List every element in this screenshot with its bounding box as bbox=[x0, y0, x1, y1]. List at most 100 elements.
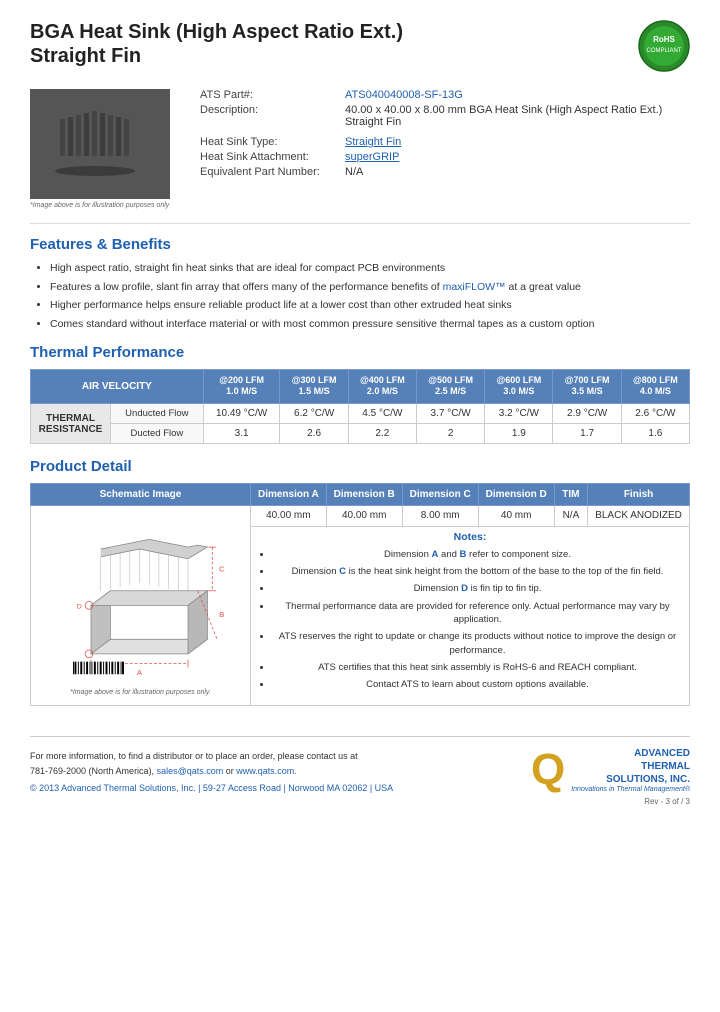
schematic-inner: A B C bbox=[37, 510, 244, 701]
product-detail-section: Product Detail Schematic Image Dimension… bbox=[30, 458, 690, 706]
page-number: Rev - 3 of / 3 bbox=[30, 797, 690, 806]
ats-q-letter: Q bbox=[531, 748, 565, 792]
product-specs: ATS Part#: ATS040040008-SF-13G Descripti… bbox=[190, 89, 690, 209]
page-footer: For more information, to find a distribu… bbox=[30, 736, 690, 793]
part-label: ATS Part#: bbox=[200, 89, 345, 101]
unducted-800: 2.6 °C/W bbox=[621, 404, 689, 424]
col-800lfm: @800 LFM4.0 M/S bbox=[621, 369, 689, 403]
ducted-800: 1.6 bbox=[621, 424, 689, 444]
unducted-label: Unducted Flow bbox=[111, 404, 204, 424]
col-schematic: Schematic Image bbox=[31, 484, 251, 506]
note-6: ATS certifies that this heat sink assemb… bbox=[272, 661, 683, 674]
product-info-section: *Image above is for illustration purpose… bbox=[30, 89, 690, 209]
tim-value: N/A bbox=[554, 506, 587, 527]
col-400lfm: @400 LFM2.0 M/S bbox=[348, 369, 416, 403]
ats-logo: Q ADVANCEDTHERMALSOLUTIONS, INC. Innovat… bbox=[531, 747, 690, 793]
product-detail-heading: Product Detail bbox=[30, 458, 690, 475]
features-list: High aspect ratio, straight fin heat sin… bbox=[30, 261, 690, 332]
notes-heading: Notes: bbox=[257, 531, 683, 543]
features-heading: Features & Benefits bbox=[30, 236, 690, 253]
ducted-500: 2 bbox=[416, 424, 484, 444]
unducted-200: 10.49 °C/W bbox=[203, 404, 280, 424]
unducted-500: 3.7 °C/W bbox=[416, 404, 484, 424]
finish-value: BLACK ANODIZED bbox=[588, 506, 690, 527]
col-dim-c: Dimension C bbox=[402, 484, 478, 506]
svg-text:COMPLIANT: COMPLIANT bbox=[646, 48, 681, 54]
air-velocity-header: AIR VELOCITY bbox=[31, 369, 204, 403]
unducted-400: 4.5 °C/W bbox=[348, 404, 416, 424]
detail-row-1: A B C bbox=[31, 506, 690, 527]
divider-1 bbox=[30, 223, 690, 224]
ducted-label: Ducted Flow bbox=[111, 424, 204, 444]
note-1: Dimension A and B refer to component siz… bbox=[272, 548, 683, 561]
col-dim-a: Dimension A bbox=[251, 484, 327, 506]
col-dim-b: Dimension B bbox=[326, 484, 402, 506]
ducted-700: 1.7 bbox=[553, 424, 621, 444]
footer-website[interactable]: www.qats.com. bbox=[236, 766, 297, 776]
desc-label: Description: bbox=[200, 104, 345, 128]
contact-phone: 781-769-2000 (North America), bbox=[30, 766, 154, 776]
notes-list: Dimension A and B refer to component siz… bbox=[257, 548, 683, 692]
note-3-d: D bbox=[461, 583, 468, 594]
schematic-caption: *Image above is for illustration purpose… bbox=[42, 689, 239, 696]
unducted-700: 2.9 °C/W bbox=[553, 404, 621, 424]
product-image-block: *Image above is for illustration purpose… bbox=[30, 89, 190, 209]
equiv-value: N/A bbox=[345, 166, 363, 178]
feature-item-3: Higher performance helps ensure reliable… bbox=[50, 298, 690, 313]
col-finish: Finish bbox=[588, 484, 690, 506]
dim-b-value: 40.00 mm bbox=[326, 506, 402, 527]
svg-text:D: D bbox=[77, 603, 82, 610]
col-300lfm: @300 LFM1.5 M/S bbox=[280, 369, 348, 403]
feature-item-1: High aspect ratio, straight fin heat sin… bbox=[50, 261, 690, 276]
spec-row-type: Heat Sink Type: Straight Fin bbox=[200, 136, 690, 148]
dim-c-value: 8.00 mm bbox=[402, 506, 478, 527]
spec-row-equiv: Equivalent Part Number: N/A bbox=[200, 166, 690, 178]
rohs-badge: RoHS COMPLIANT bbox=[638, 20, 690, 75]
table-row-ducted: Ducted Flow 3.1 2.6 2.2 2 1.9 1.7 1.6 bbox=[31, 424, 690, 444]
unducted-600: 3.2 °C/W bbox=[485, 404, 553, 424]
spec-row-attach: Heat Sink Attachment: superGRIP bbox=[200, 151, 690, 163]
footer-email[interactable]: sales@qats.com bbox=[157, 766, 224, 776]
col-600lfm: @600 LFM3.0 M/S bbox=[485, 369, 553, 403]
note-1-b: B bbox=[460, 549, 467, 560]
type-label: Heat Sink Type: bbox=[200, 136, 345, 148]
desc-value: 40.00 x 40.00 x 8.00 mm BGA Heat Sink (H… bbox=[345, 104, 690, 128]
page-title: BGA Heat Sink (High Aspect Ratio Ext.) S… bbox=[30, 20, 403, 68]
contact-line1: For more information, to find a distribu… bbox=[30, 751, 358, 761]
note-2-c: C bbox=[339, 566, 346, 577]
product-detail-table: Schematic Image Dimension A Dimension B … bbox=[30, 483, 690, 706]
product-image bbox=[30, 89, 170, 199]
notes-cell: Notes: Dimension A and B refer to compon… bbox=[251, 526, 690, 705]
ats-name: ADVANCEDTHERMALSOLUTIONS, INC. bbox=[571, 747, 690, 786]
feature-item-2: Features a low profile, slant fin array … bbox=[50, 280, 690, 295]
maxiflow-link: maxiFLOW™ bbox=[443, 281, 506, 293]
spec-row-part: ATS Part#: ATS040040008-SF-13G bbox=[200, 89, 690, 101]
schematic-image: A B C bbox=[42, 515, 237, 685]
page-header: BGA Heat Sink (High Aspect Ratio Ext.) S… bbox=[30, 20, 690, 75]
footer-contact: For more information, to find a distribu… bbox=[30, 749, 393, 778]
ats-logo-text-block: ADVANCEDTHERMALSOLUTIONS, INC. Innovatio… bbox=[571, 747, 690, 793]
thermal-heading: Thermal Performance bbox=[30, 344, 690, 361]
part-value: ATS040040008-SF-13G bbox=[345, 89, 463, 101]
equiv-label: Equivalent Part Number: bbox=[200, 166, 345, 178]
ducted-200: 3.1 bbox=[203, 424, 280, 444]
attach-value[interactable]: superGRIP bbox=[345, 151, 399, 163]
note-5: ATS reserves the right to update or chan… bbox=[272, 630, 683, 657]
feature-item-4: Comes standard without interface materia… bbox=[50, 317, 690, 332]
note-2: Dimension C is the heat sink height from… bbox=[272, 565, 683, 578]
features-section: Features & Benefits High aspect ratio, s… bbox=[30, 236, 690, 332]
type-value[interactable]: Straight Fin bbox=[345, 136, 401, 148]
dim-d-value: 40 mm bbox=[478, 506, 554, 527]
ats-tagline: Innovations in Thermal Management® bbox=[571, 786, 690, 793]
product-image-caption: *Image above is for illustration purpose… bbox=[30, 202, 190, 209]
thermal-section: Thermal Performance AIR VELOCITY @200 LF… bbox=[30, 344, 690, 444]
svg-text:B: B bbox=[219, 610, 224, 619]
svg-text:A: A bbox=[137, 668, 143, 677]
note-3: Dimension D is fin tip to fin tip. bbox=[272, 582, 683, 595]
footer-or: or bbox=[226, 766, 237, 776]
footer-logo: Q ADVANCEDTHERMALSOLUTIONS, INC. Innovat… bbox=[531, 747, 690, 793]
table-row-unducted: THERMAL RESISTANCE Unducted Flow 10.49 °… bbox=[31, 404, 690, 424]
ducted-600: 1.9 bbox=[485, 424, 553, 444]
attach-label: Heat Sink Attachment: bbox=[200, 151, 345, 163]
footer-copyright: © 2013 Advanced Thermal Solutions, Inc. … bbox=[30, 783, 393, 793]
